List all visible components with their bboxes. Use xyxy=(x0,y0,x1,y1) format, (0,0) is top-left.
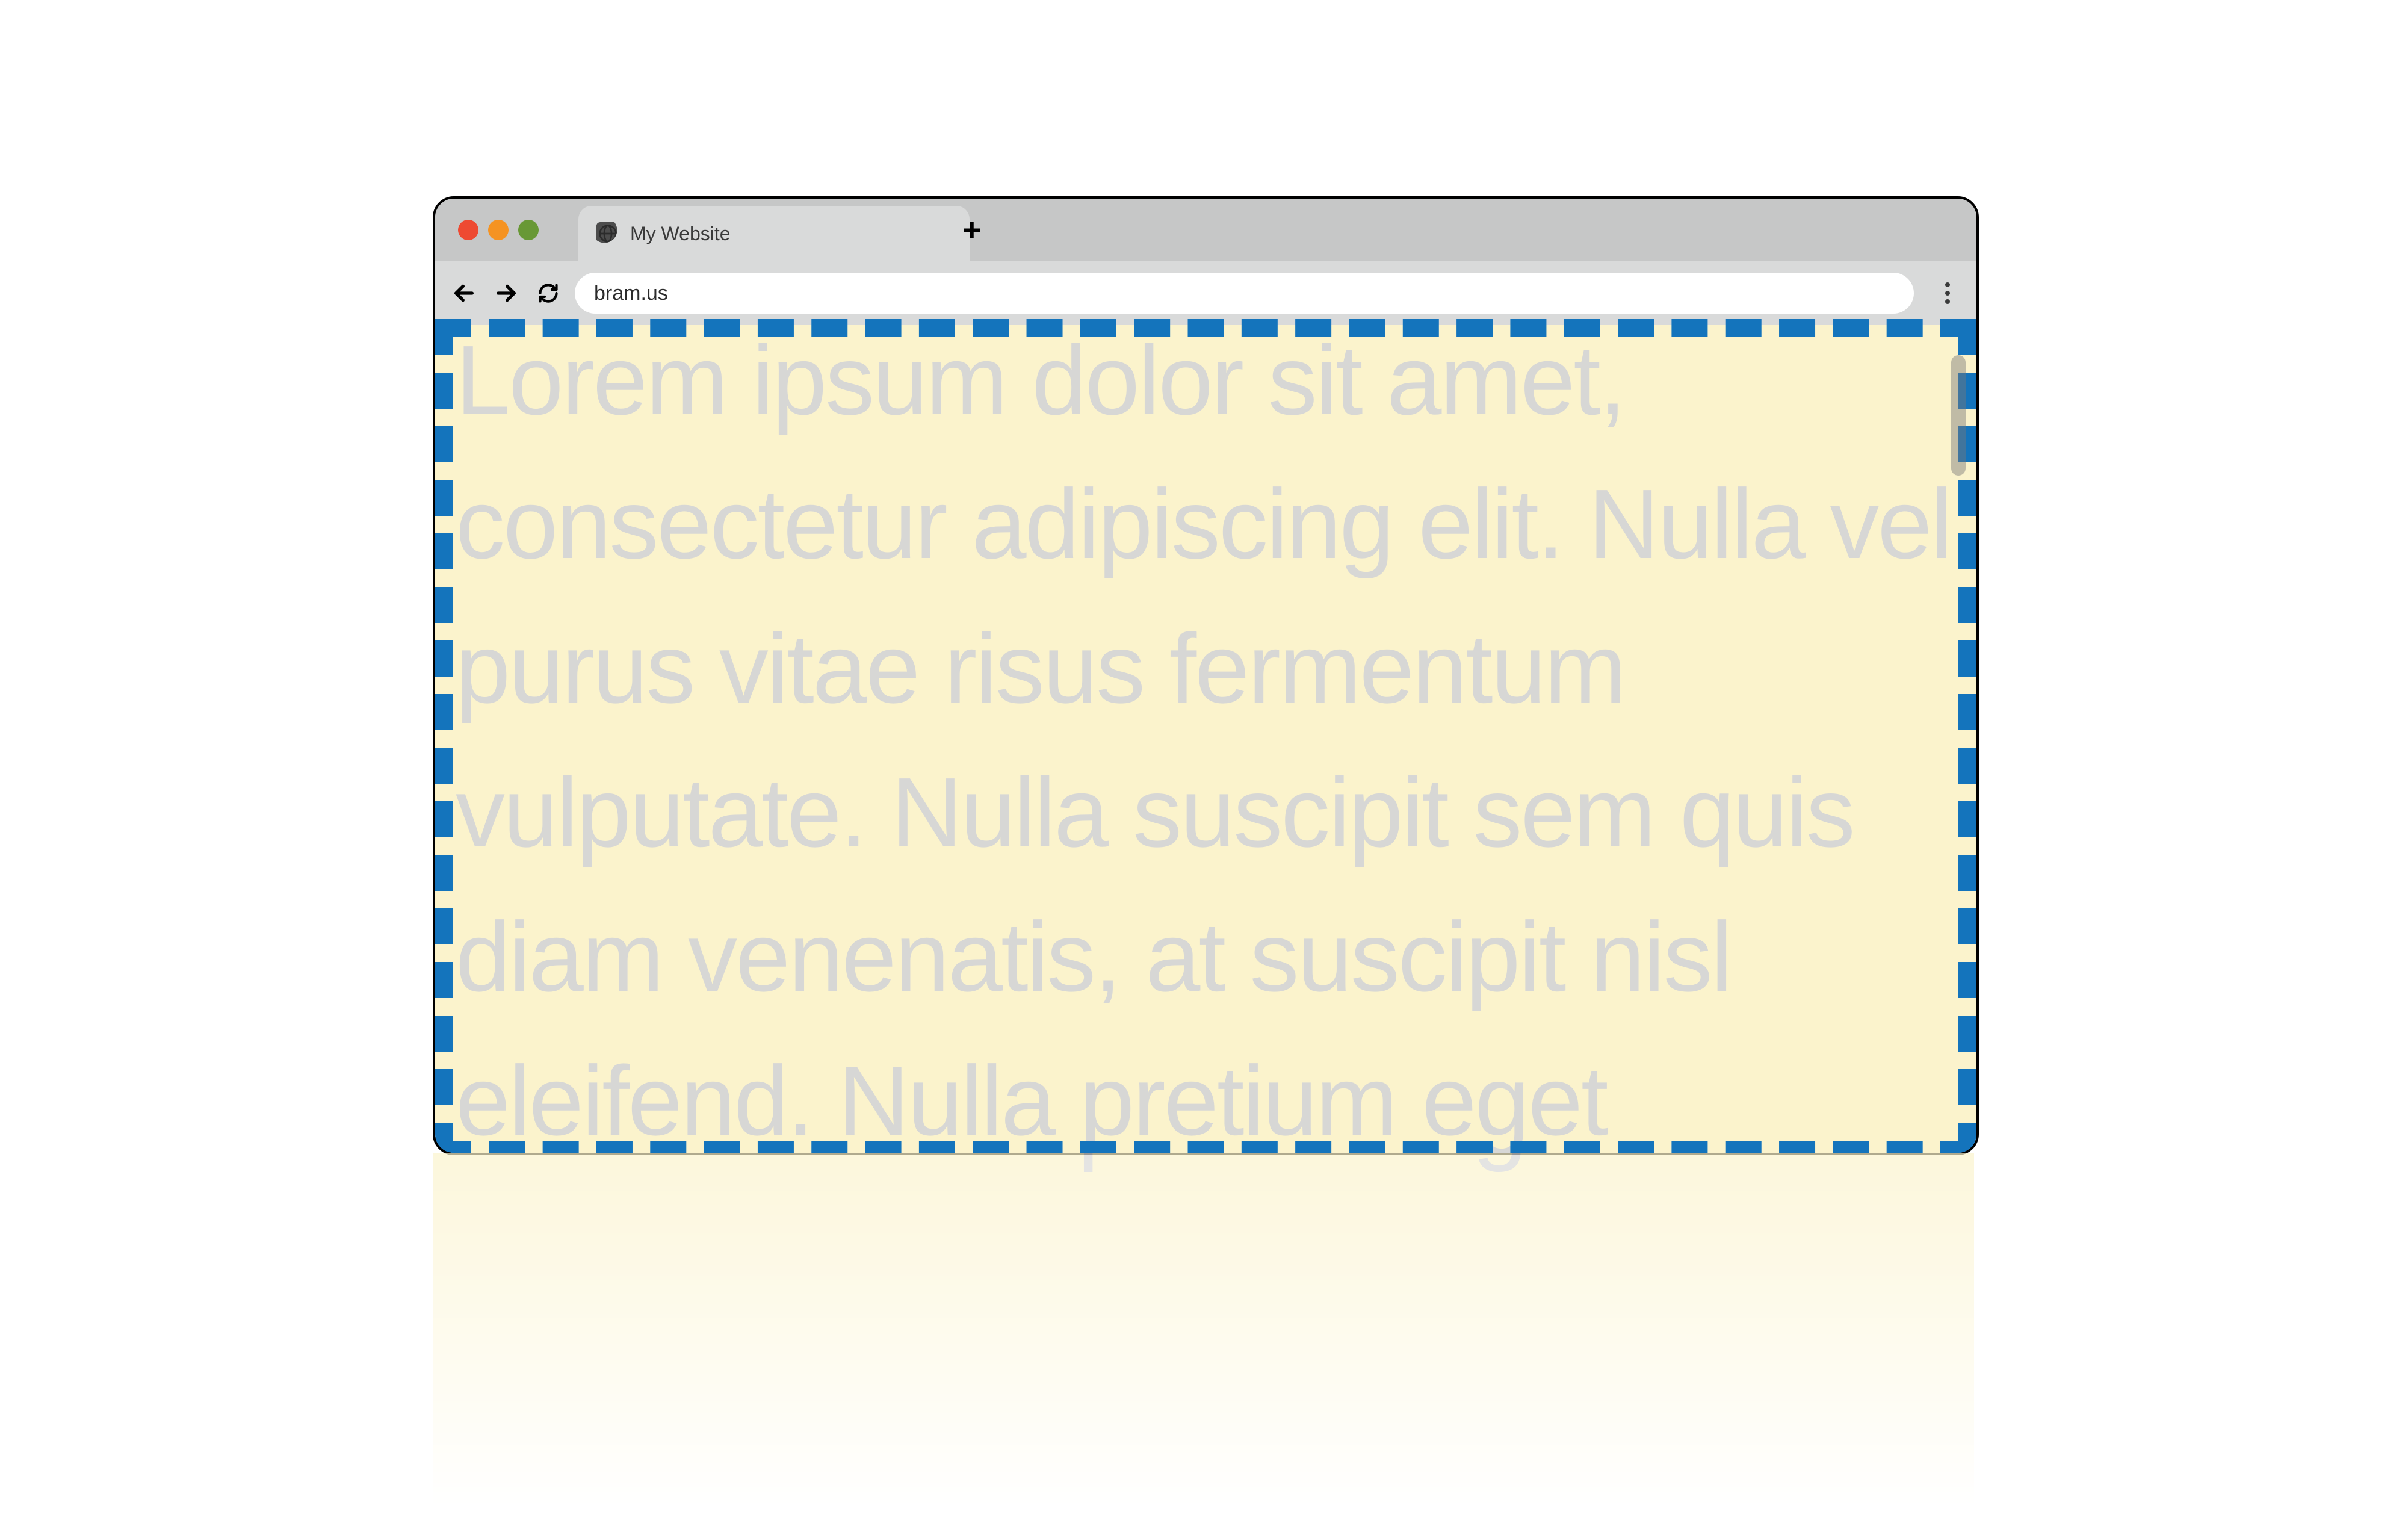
address-text: bram.us xyxy=(594,282,668,305)
body-text-overflow: Lorem ipsum dolor sit amet, consectetur … xyxy=(453,1153,1950,1190)
maximize-window-button[interactable] xyxy=(518,220,539,240)
overflow-fade: Lorem ipsum dolor sit amet, consectetur … xyxy=(433,1153,1974,1526)
address-bar[interactable]: bram.us xyxy=(575,273,1914,314)
page-viewport: Lorem ipsum dolor sit amet, consectetur … xyxy=(435,325,1976,1153)
body-text: Lorem ipsum dolor sit amet, consectetur … xyxy=(456,308,1952,1155)
tab-title: My Website xyxy=(630,223,731,245)
window-controls xyxy=(458,220,539,240)
tab-bar: My Website + xyxy=(435,199,1976,261)
back-button[interactable] xyxy=(448,278,480,309)
new-tab-button[interactable]: + xyxy=(962,214,982,246)
browser-window: My Website + bram.us xyxy=(433,196,1979,1155)
close-window-button[interactable] xyxy=(458,220,478,240)
scrollbar-thumb[interactable] xyxy=(1951,355,1966,476)
forward-button[interactable] xyxy=(491,278,522,309)
kebab-menu-icon[interactable] xyxy=(1932,278,1963,309)
favicon-icon xyxy=(596,222,619,245)
reload-button[interactable] xyxy=(533,278,564,309)
minimize-window-button[interactable] xyxy=(488,220,509,240)
browser-tab[interactable]: My Website xyxy=(578,206,970,261)
